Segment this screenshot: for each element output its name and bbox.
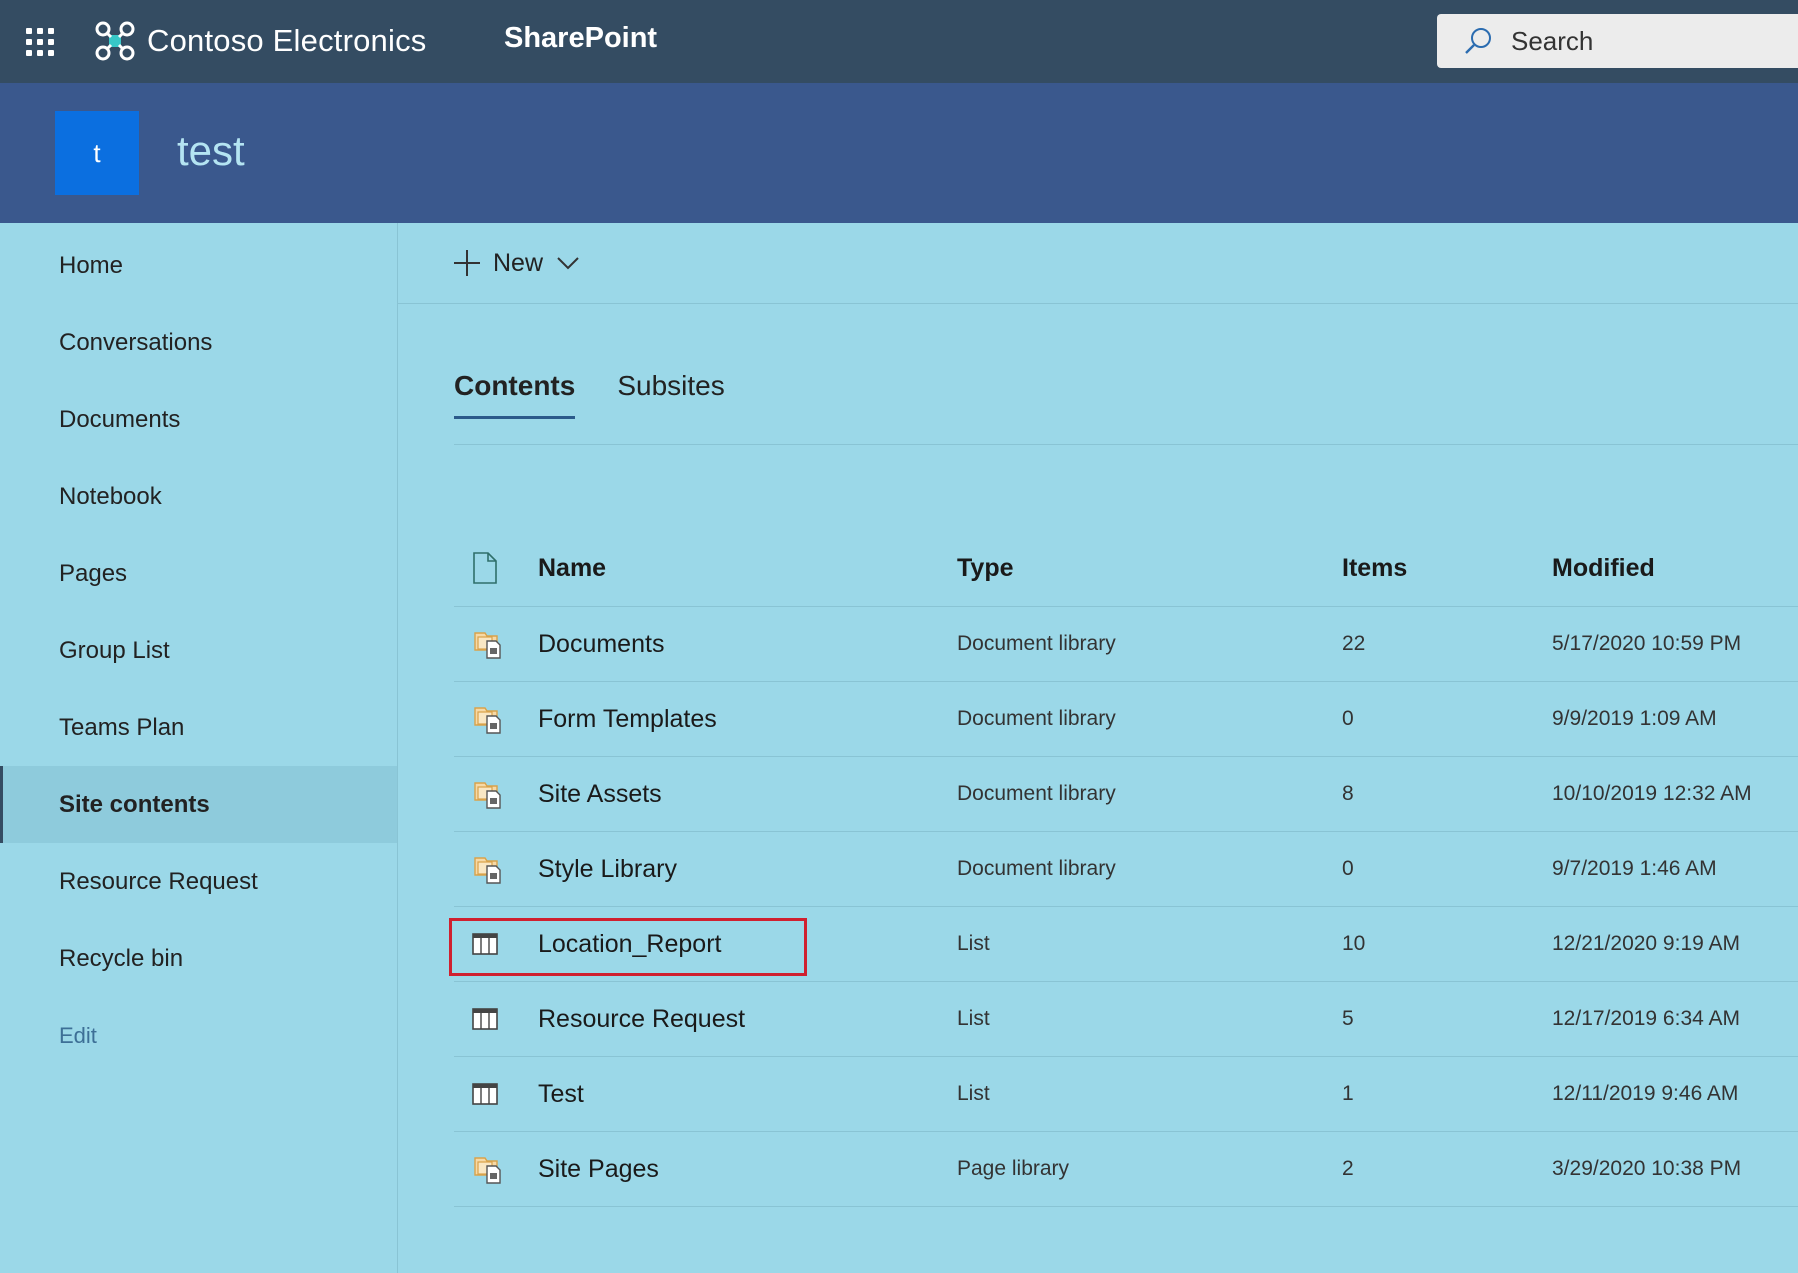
item-name[interactable]: Resource Request <box>538 982 918 1056</box>
table-row[interactable]: Location_Report List 10 12/21/2020 9:19 … <box>454 907 1798 982</box>
chevron-down-icon <box>557 257 579 270</box>
nav-item-recycle-bin[interactable]: Recycle bin <box>0 920 397 997</box>
type-column-header[interactable]: Type <box>957 530 1317 606</box>
items-column-header[interactable]: Items <box>1342 530 1522 606</box>
left-navigation: Home Conversations Documents Notebook Pa… <box>0 223 398 1273</box>
table-row[interactable]: Form Templates Document library 0 9/9/20… <box>454 682 1798 757</box>
item-type: List <box>957 932 990 955</box>
table-row[interactable]: Documents Document library 22 5/17/2020 … <box>454 607 1798 682</box>
item-modified: 9/9/2019 1:09 AM <box>1552 707 1717 730</box>
file-type-icon <box>473 552 497 584</box>
table-row[interactable]: Test List 1 12/11/2019 9:46 AM <box>454 1057 1798 1132</box>
nav-item-documents[interactable]: Documents <box>0 381 397 458</box>
item-modified: 12/11/2019 9:46 AM <box>1552 1082 1739 1105</box>
app-launcher-icon[interactable] <box>26 28 54 56</box>
table-row[interactable]: Site Assets Document library 8 10/10/201… <box>454 757 1798 832</box>
item-name[interactable]: Form Templates <box>538 682 918 756</box>
item-type: Document library <box>957 857 1116 880</box>
site-title[interactable]: test <box>177 127 245 175</box>
item-count: 2 <box>1342 1157 1354 1180</box>
plus-icon <box>454 250 480 276</box>
document-library-icon <box>472 607 512 681</box>
item-count: 10 <box>1342 932 1366 955</box>
contoso-logo-icon <box>95 21 135 61</box>
item-type: Page library <box>957 1157 1070 1180</box>
search-placeholder: Search <box>1511 25 1594 56</box>
item-modified: 10/10/2019 12:32 AM <box>1552 782 1752 805</box>
nav-edit-link[interactable]: Edit <box>0 997 397 1074</box>
document-library-icon <box>472 832 512 906</box>
tab-contents[interactable]: Contents <box>454 370 576 419</box>
modified-column-header[interactable]: Modified <box>1552 530 1798 606</box>
nav-item-resource-request[interactable]: Resource Request <box>0 843 397 920</box>
nav-item-site-contents[interactable]: Site contents <box>0 766 397 843</box>
site-contents-table: Name Type Items Modified Documents Docum… <box>454 530 1798 1207</box>
search-box[interactable]: Search <box>1437 14 1798 68</box>
name-column-header[interactable]: Name <box>538 530 918 606</box>
item-name[interactable]: Test <box>538 1057 918 1131</box>
nav-item-home[interactable]: Home <box>0 227 397 304</box>
table-header: Name Type Items Modified <box>454 530 1798 607</box>
item-count: 5 <box>1342 1007 1354 1030</box>
nav-item-notebook[interactable]: Notebook <box>0 458 397 535</box>
search-icon <box>1465 28 1491 54</box>
list-icon <box>472 982 512 1056</box>
item-count: 1 <box>1342 1082 1354 1105</box>
item-type: Document library <box>957 782 1116 805</box>
list-icon <box>472 1057 512 1131</box>
brand-name: Contoso Electronics <box>147 23 427 58</box>
item-modified: 3/29/2020 10:38 PM <box>1552 1157 1742 1180</box>
app-name[interactable]: SharePoint <box>504 22 657 55</box>
item-type: List <box>957 1082 990 1105</box>
tabs-divider <box>454 444 1798 445</box>
item-count: 0 <box>1342 857 1354 880</box>
item-name[interactable]: Location_Report <box>538 907 918 981</box>
file-type-column-header[interactable] <box>472 530 512 606</box>
nav-item-teams-plan[interactable]: Teams Plan <box>0 689 397 766</box>
suite-bar: Contoso Electronics SharePoint Search <box>0 0 1798 83</box>
document-library-icon <box>472 757 512 831</box>
item-count: 8 <box>1342 782 1354 805</box>
item-type: List <box>957 1007 990 1030</box>
item-name[interactable]: Site Pages <box>538 1132 918 1206</box>
item-type: Document library <box>957 707 1116 730</box>
nav-item-group-list[interactable]: Group List <box>0 612 397 689</box>
item-modified: 12/17/2019 6:34 AM <box>1552 1007 1740 1030</box>
item-name[interactable]: Style Library <box>538 832 918 906</box>
tab-subsites[interactable]: Subsites <box>617 370 724 419</box>
command-bar: New <box>398 223 1798 304</box>
item-modified: 5/17/2020 10:59 PM <box>1552 632 1742 655</box>
new-button[interactable]: New <box>453 245 579 281</box>
site-header: t test <box>0 83 1798 223</box>
table-row[interactable]: Resource Request List 5 12/17/2019 6:34 … <box>454 982 1798 1057</box>
content-tabs: Contents Subsites <box>454 370 767 419</box>
item-count: 22 <box>1342 632 1366 655</box>
item-type: Document library <box>957 632 1116 655</box>
item-name[interactable]: Site Assets <box>538 757 918 831</box>
new-button-label: New <box>493 248 544 277</box>
brand[interactable]: Contoso Electronics <box>95 18 427 64</box>
item-modified: 9/7/2019 1:46 AM <box>1552 857 1717 880</box>
document-library-icon <box>472 1132 512 1206</box>
nav-item-conversations[interactable]: Conversations <box>0 304 397 381</box>
table-row[interactable]: Site Pages Page library 2 3/29/2020 10:3… <box>454 1132 1798 1207</box>
item-count: 0 <box>1342 707 1354 730</box>
item-name[interactable]: Documents <box>538 607 918 681</box>
item-modified: 12/21/2020 9:19 AM <box>1552 932 1740 955</box>
table-row[interactable]: Style Library Document library 0 9/7/201… <box>454 832 1798 907</box>
document-library-icon <box>472 682 512 756</box>
site-logo[interactable]: t <box>55 111 139 195</box>
nav-item-pages[interactable]: Pages <box>0 535 397 612</box>
list-icon <box>472 907 512 981</box>
